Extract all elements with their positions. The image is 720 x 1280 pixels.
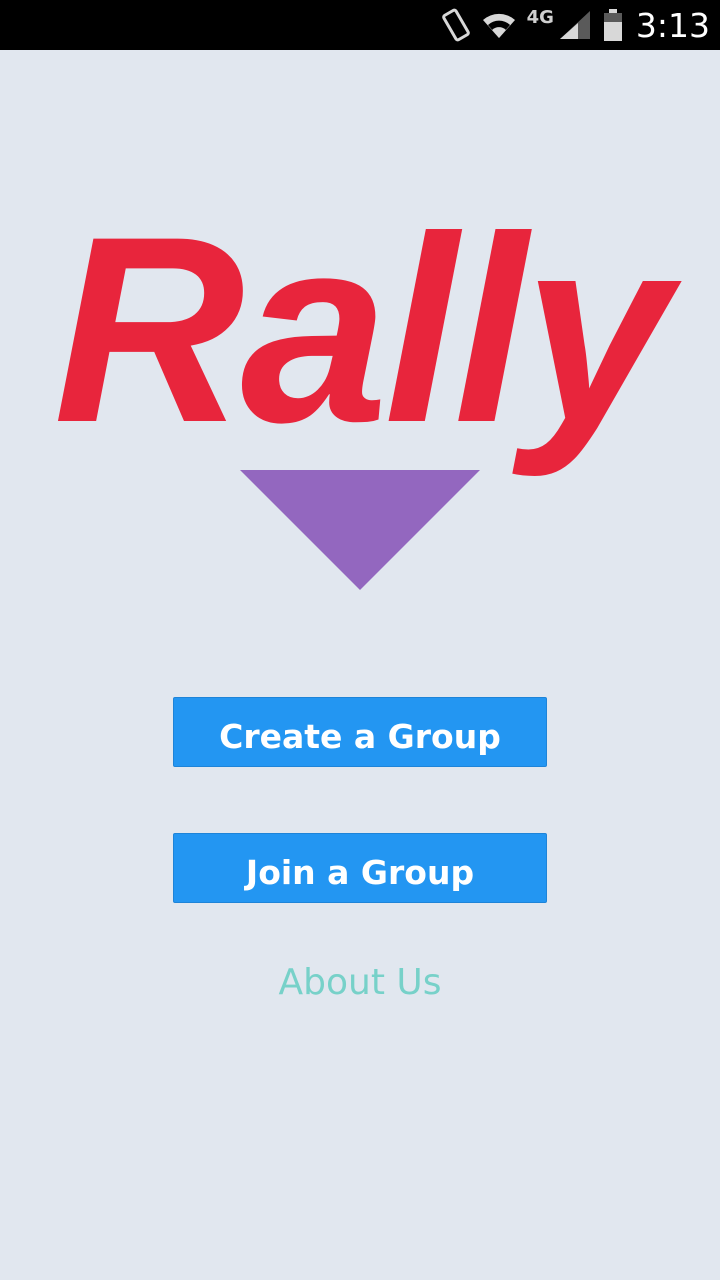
clock: 3:13 (635, 5, 710, 45)
signal-icon (558, 9, 592, 41)
rally-logo: Rally (53, 182, 670, 478)
home-screen: Rally Create a Group Join a Group About … (0, 50, 720, 1280)
status-bar: 4G 3:13 (0, 0, 720, 50)
battery-icon (602, 8, 624, 42)
join-group-button[interactable]: Join a Group (173, 833, 547, 903)
vibrate-icon (441, 7, 471, 43)
create-group-button[interactable]: Create a Group (173, 697, 547, 767)
status-icons: 4G 3:13 (441, 0, 710, 50)
network-type-label: 4G (526, 6, 554, 28)
logo-triangle-icon (240, 470, 480, 590)
about-us-link[interactable]: About Us (0, 962, 720, 1003)
wifi-icon (481, 10, 517, 40)
